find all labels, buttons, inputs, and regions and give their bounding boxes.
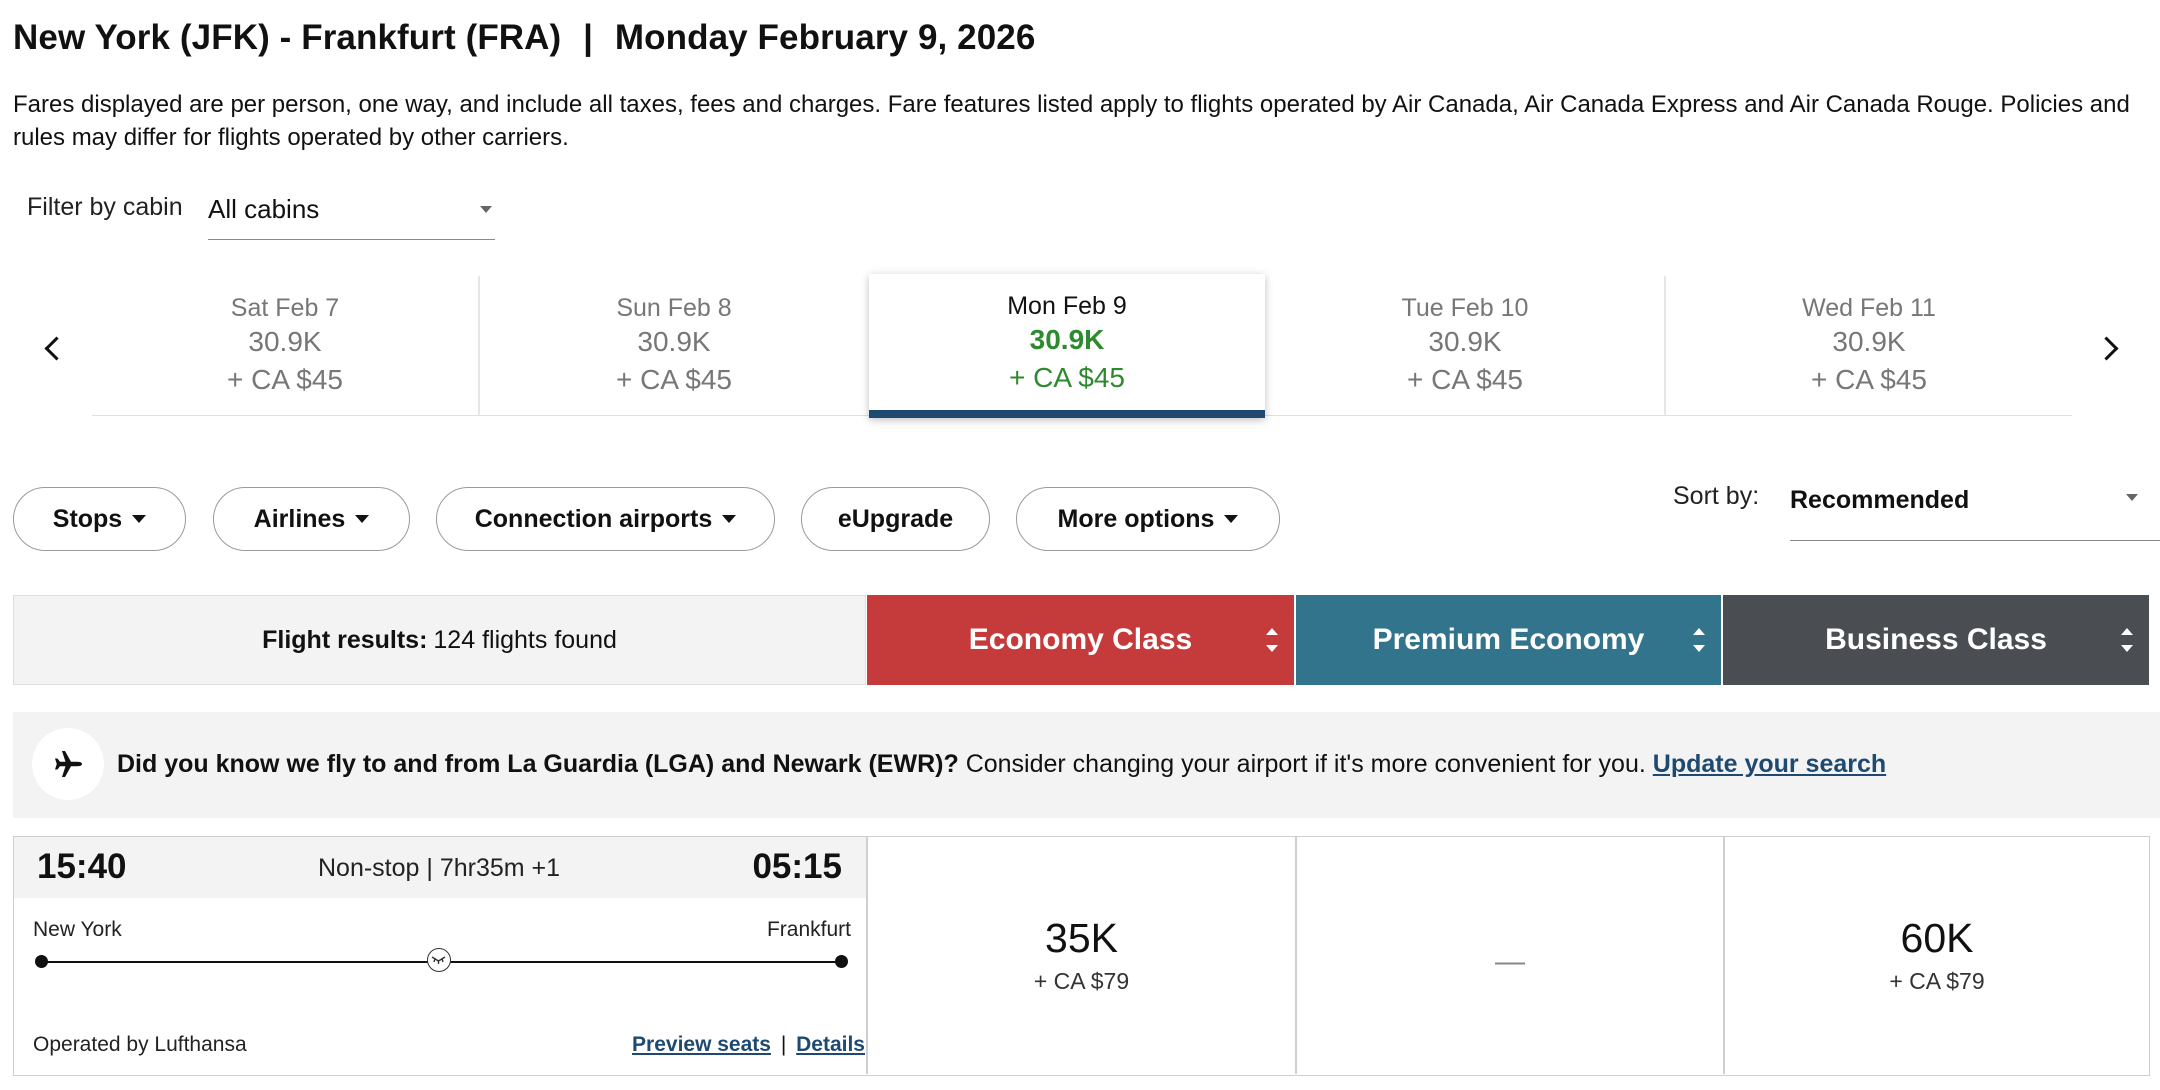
sort-arrows-icon: [1693, 628, 1705, 652]
chevron-down-icon: [480, 206, 492, 213]
chevron-down-icon: [2126, 494, 2138, 501]
page-title: New York (JFK) - Frankfurt (FRA) | Monda…: [13, 18, 1035, 58]
sort-arrows-icon: [1266, 628, 1278, 652]
date-points: 30.9K: [1428, 326, 1502, 357]
premium-economy-header[interactable]: Premium Economy: [1296, 595, 1721, 685]
chevron-right-icon: [2094, 336, 2119, 361]
business-class-label: Business Class: [1825, 623, 2047, 656]
destination-dot: [835, 955, 848, 968]
date-points: 30.9K: [248, 326, 322, 357]
filter-cabin-label: Filter by cabin: [27, 193, 183, 221]
economy-class-header[interactable]: Economy Class: [867, 595, 1294, 685]
date-points: 30.9K: [1832, 326, 1906, 357]
results-count: 124 flights found: [433, 625, 617, 654]
departure-time: 15:40: [37, 847, 127, 886]
date-day: Wed Feb 11: [1802, 294, 1936, 322]
chevron-left-icon: [44, 336, 69, 361]
date-day: Sun Feb 8: [616, 294, 732, 322]
selected-date-indicator: [869, 410, 1265, 418]
prev-dates-button[interactable]: [32, 328, 72, 368]
route-text: New York (JFK) - Frankfurt (FRA): [13, 18, 562, 57]
cabin-filter-value: All cabins: [208, 194, 320, 224]
date-option-wed-feb-11[interactable]: Wed Feb 11 30.9K + CA $45: [1666, 276, 2072, 416]
business-fare-points: 60K: [1900, 915, 1974, 961]
premium-economy-label: Premium Economy: [1372, 623, 1645, 656]
sort-arrows-icon: [2121, 628, 2133, 652]
cabin-filter-select[interactable]: All cabins: [208, 178, 495, 240]
stops-filter-button[interactable]: Stops: [13, 487, 186, 551]
title-separator: |: [583, 18, 594, 57]
date-option-mon-feb-9[interactable]: Mon Feb 9 30.9K + CA $45: [869, 274, 1265, 418]
flight-duration: Non-stop | 7hr35m +1: [318, 854, 561, 882]
economy-fare-points: 35K: [1045, 915, 1118, 961]
airlines-filter-button[interactable]: Airlines: [213, 487, 410, 551]
sort-select[interactable]: Recommended: [1790, 474, 2160, 541]
origin-city: New York: [33, 918, 122, 941]
date-tax: + CA $45: [1407, 364, 1523, 395]
date-tax: + CA $45: [616, 364, 732, 395]
stops-label: Stops: [52, 504, 123, 533]
connection-airports-label: Connection airports: [474, 504, 713, 533]
details-link[interactable]: Details: [796, 1033, 865, 1056]
date-points: 30.9K: [1029, 324, 1105, 355]
arrival-time: 05:15: [752, 847, 842, 886]
date-option-sat-feb-7[interactable]: Sat Feb 7 30.9K + CA $45: [92, 276, 478, 416]
operated-by: Operated by Lufthansa: [33, 1033, 247, 1056]
more-options-button[interactable]: More options: [1016, 487, 1280, 551]
sort-value: Recommended: [1790, 486, 1970, 514]
banner-message: Did you know we fly to and from La Guard…: [117, 750, 1886, 779]
flight-summary-bar: 15:40 Non-stop | 7hr35m +1 05:15: [14, 837, 866, 898]
date-day: Tue Feb 10: [1401, 294, 1529, 322]
economy-fare-cell[interactable]: 35K + CA $79: [868, 837, 1295, 1074]
more-options-label: More options: [1057, 504, 1215, 533]
premium-economy-fare-cell: —: [1297, 837, 1723, 1074]
premium-unavailable: —: [1495, 945, 1525, 978]
economy-fare-tax: + CA $79: [1033, 968, 1130, 994]
date-day: Mon Feb 9: [1007, 292, 1127, 320]
preview-seats-link[interactable]: Preview seats: [632, 1033, 771, 1056]
business-fare-cell[interactable]: 60K + CA $79: [1725, 837, 2149, 1074]
caret-down-icon: [132, 515, 147, 523]
airlines-label: Airlines: [253, 504, 346, 533]
date-option-tue-feb-10[interactable]: Tue Feb 10 30.9K + CA $45: [1266, 276, 1664, 416]
sort-label: Sort by:: [1673, 482, 1760, 510]
date-day: Sat Feb 7: [230, 294, 340, 322]
caret-down-icon: [355, 515, 370, 523]
flight-result-card: 15:40 Non-stop | 7hr35m +1 05:15 New Yor…: [13, 836, 2150, 1076]
origin-dot: [35, 955, 48, 968]
next-dates-button[interactable]: [2092, 328, 2132, 368]
links-separator: |: [780, 1033, 787, 1056]
caret-down-icon: [1224, 515, 1239, 523]
lufthansa-logo-icon: [427, 948, 451, 972]
connection-airports-filter-button[interactable]: Connection airports: [436, 487, 775, 551]
eupgrade-filter-button[interactable]: eUpgrade: [801, 487, 990, 551]
date-points: 30.9K: [637, 326, 711, 357]
date-tax: + CA $45: [227, 364, 343, 395]
business-class-header[interactable]: Business Class: [1723, 595, 2149, 685]
travel-date: Monday February 9, 2026: [614, 18, 1036, 57]
destination-city: Frankfurt: [766, 918, 851, 941]
flight-links: Preview seats | Details: [632, 1033, 865, 1057]
update-search-link[interactable]: Update your search: [1653, 750, 1886, 778]
fare-disclaimer: Fares displayed are per person, one way,…: [13, 91, 2130, 151]
plane-icon: [32, 728, 104, 800]
banner-text: Consider changing your airport if it's m…: [965, 750, 1646, 778]
banner-bold-text: Did you know we fly to and from La Guard…: [117, 750, 959, 778]
results-label: Flight results:: [262, 625, 428, 654]
date-tax: + CA $45: [1009, 362, 1125, 393]
date-carousel: Sat Feb 7 30.9K + CA $45 Sun Feb 8 30.9K…: [92, 274, 2072, 418]
business-fare-tax: + CA $79: [1889, 968, 1985, 994]
flight-results-summary: Flight results: 124 flights found: [13, 595, 866, 685]
caret-down-icon: [722, 515, 737, 523]
airport-suggestion-banner: Did you know we fly to and from La Guard…: [13, 712, 2160, 818]
date-tax: + CA $45: [1811, 364, 1927, 395]
date-option-sun-feb-8[interactable]: Sun Feb 8 30.9K + CA $45: [480, 276, 868, 416]
economy-class-label: Economy Class: [968, 623, 1193, 656]
eupgrade-label: eUpgrade: [837, 504, 954, 533]
